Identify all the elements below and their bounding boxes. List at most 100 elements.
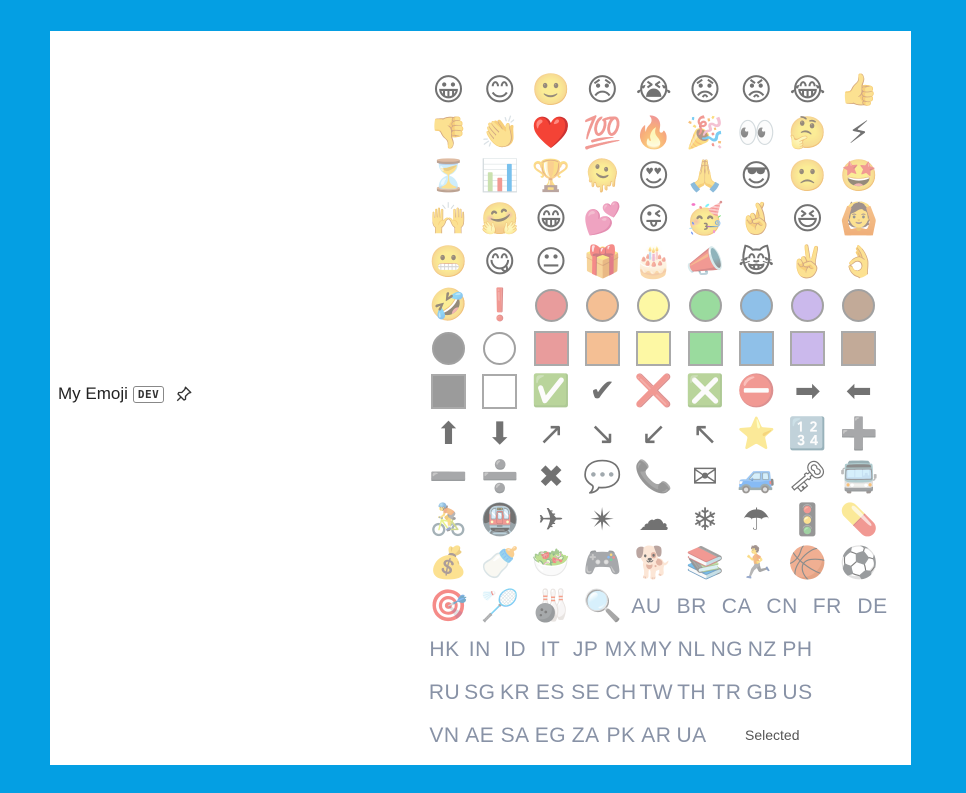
emoji-cell[interactable]: 😎 bbox=[735, 155, 778, 198]
emoji-cell[interactable]: 😜 bbox=[632, 198, 675, 241]
flag-ch[interactable]: CH bbox=[602, 671, 641, 714]
emoji-orange-circle[interactable] bbox=[581, 284, 624, 327]
emoji-cell[interactable]: ➖ bbox=[427, 456, 470, 499]
emoji-cell[interactable]: ❎ bbox=[684, 370, 727, 413]
emoji-cell[interactable]: 🏆 bbox=[530, 155, 573, 198]
emoji-yellow-square[interactable] bbox=[632, 327, 675, 370]
emoji-blue-square[interactable] bbox=[735, 327, 778, 370]
emoji-cell[interactable]: 💕 bbox=[581, 198, 624, 241]
emoji-cell[interactable]: ❄ bbox=[684, 499, 727, 542]
emoji-cell[interactable]: 🗝 bbox=[786, 456, 829, 499]
emoji-black-circle[interactable] bbox=[427, 327, 470, 370]
flag-my[interactable]: MY bbox=[637, 628, 676, 671]
emoji-cell[interactable]: ✉ bbox=[684, 456, 727, 499]
emoji-cell[interactable]: 🎂 bbox=[632, 241, 675, 284]
emoji-brown-circle[interactable] bbox=[837, 284, 880, 327]
emoji-purple-square[interactable] bbox=[786, 327, 829, 370]
emoji-cell[interactable]: 🚴 bbox=[427, 499, 470, 542]
emoji-blue-circle[interactable] bbox=[735, 284, 778, 327]
emoji-cell[interactable]: 😬 bbox=[427, 241, 470, 284]
flag-in[interactable]: IN bbox=[460, 628, 499, 671]
emoji-cell[interactable]: 😟 bbox=[684, 69, 727, 112]
emoji-cell[interactable]: 🚦 bbox=[786, 499, 829, 542]
emoji-cell[interactable]: 😭 bbox=[632, 69, 675, 112]
emoji-cell[interactable]: ⚽ bbox=[837, 542, 880, 585]
emoji-cell[interactable]: ↖ bbox=[684, 413, 727, 456]
emoji-cell[interactable]: 🤩 bbox=[837, 155, 880, 198]
emoji-cell[interactable]: 🤣 bbox=[427, 284, 470, 327]
emoji-cell[interactable]: 📚 bbox=[684, 542, 727, 585]
flag-tr[interactable]: TR bbox=[707, 671, 746, 714]
emoji-cell[interactable]: 😍 bbox=[632, 155, 675, 198]
flag-se[interactable]: SE bbox=[566, 671, 605, 714]
emoji-cell[interactable]: ✔ bbox=[581, 370, 624, 413]
emoji-cell[interactable]: 🥳 bbox=[684, 198, 727, 241]
flag-nz[interactable]: NZ bbox=[743, 628, 782, 671]
flag-it[interactable]: IT bbox=[531, 628, 570, 671]
emoji-red-square[interactable] bbox=[530, 327, 573, 370]
emoji-cell[interactable]: ❗ bbox=[478, 284, 521, 327]
emoji-cell[interactable]: 🙁 bbox=[786, 155, 829, 198]
emoji-cell[interactable]: ⏳ bbox=[427, 155, 470, 198]
emoji-cell[interactable]: 🍼 bbox=[478, 542, 521, 585]
emoji-cell[interactable]: ↙ bbox=[632, 413, 675, 456]
emoji-cell[interactable]: 👀 bbox=[735, 112, 778, 155]
emoji-cell[interactable]: ⚡ bbox=[837, 112, 880, 155]
emoji-cell[interactable]: 😆 bbox=[786, 198, 829, 241]
emoji-cell[interactable]: ↗ bbox=[530, 413, 573, 456]
emoji-cell[interactable]: ✅ bbox=[530, 370, 573, 413]
emoji-cell[interactable]: 🚍 bbox=[837, 456, 880, 499]
flag-cn[interactable]: CN bbox=[763, 585, 802, 628]
emoji-cell[interactable]: ➗ bbox=[478, 456, 521, 499]
emoji-cell[interactable]: 🎳 bbox=[530, 585, 573, 628]
flag-sg[interactable]: SG bbox=[460, 671, 499, 714]
emoji-cell[interactable]: 🎉 bbox=[684, 112, 727, 155]
emoji-cell[interactable]: ☁ bbox=[632, 499, 675, 542]
emoji-cell[interactable]: ✖ bbox=[530, 456, 573, 499]
emoji-cell[interactable]: 😊 bbox=[478, 69, 521, 112]
emoji-cell[interactable]: 🥗 bbox=[530, 542, 573, 585]
emoji-cell[interactable]: ✴ bbox=[581, 499, 624, 542]
emoji-cell[interactable]: 👎 bbox=[427, 112, 470, 155]
emoji-black-square[interactable] bbox=[427, 370, 470, 413]
emoji-cell[interactable]: 👍 bbox=[837, 69, 880, 112]
emoji-cell[interactable]: 👏 bbox=[478, 112, 521, 155]
flag-br[interactable]: BR bbox=[672, 585, 711, 628]
emoji-cell[interactable]: ➡ bbox=[786, 370, 829, 413]
emoji-cell[interactable]: ⭐ bbox=[735, 413, 778, 456]
flag-tw[interactable]: TW bbox=[637, 671, 676, 714]
flag-us[interactable]: US bbox=[778, 671, 817, 714]
flag-de[interactable]: DE bbox=[853, 585, 892, 628]
emoji-cell[interactable]: ↘ bbox=[581, 413, 624, 456]
emoji-cell[interactable]: 😀 bbox=[427, 69, 470, 112]
emoji-cell[interactable]: 🏀 bbox=[786, 542, 829, 585]
emoji-cell[interactable]: 🙏 bbox=[684, 155, 727, 198]
flag-mx[interactable]: MX bbox=[602, 628, 641, 671]
emoji-cell[interactable]: 🙌 bbox=[427, 198, 470, 241]
emoji-cell[interactable]: 🎯 bbox=[427, 585, 470, 628]
emoji-cell[interactable]: 😁 bbox=[530, 198, 573, 241]
emoji-cell[interactable]: ☂ bbox=[735, 499, 778, 542]
emoji-cell[interactable]: ⬇ bbox=[478, 413, 521, 456]
flag-ca[interactable]: CA bbox=[717, 585, 756, 628]
emoji-cell[interactable]: 🙆 bbox=[837, 198, 880, 241]
flag-id[interactable]: ID bbox=[496, 628, 535, 671]
flag-ua[interactable]: UA bbox=[672, 714, 711, 757]
emoji-cell[interactable]: ❤️ bbox=[530, 112, 573, 155]
emoji-white-square[interactable] bbox=[478, 370, 521, 413]
pin-icon[interactable] bbox=[175, 385, 193, 403]
emoji-cell[interactable]: 🏸 bbox=[478, 585, 521, 628]
flag-pk[interactable]: PK bbox=[602, 714, 641, 757]
flag-ae[interactable]: AE bbox=[460, 714, 499, 757]
flag-vn[interactable]: VN bbox=[425, 714, 464, 757]
emoji-cell[interactable]: 💯 bbox=[581, 112, 624, 155]
emoji-purple-circle[interactable] bbox=[786, 284, 829, 327]
emoji-cell[interactable]: 🔢 bbox=[786, 413, 829, 456]
emoji-orange-square[interactable] bbox=[581, 327, 624, 370]
flag-es[interactable]: ES bbox=[531, 671, 570, 714]
emoji-cell[interactable]: 🔥 bbox=[632, 112, 675, 155]
flag-ng[interactable]: NG bbox=[707, 628, 746, 671]
emoji-cell[interactable]: 📞 bbox=[632, 456, 675, 499]
emoji-cell[interactable]: 😋 bbox=[478, 241, 521, 284]
emoji-cell[interactable]: ✌️ bbox=[786, 241, 829, 284]
